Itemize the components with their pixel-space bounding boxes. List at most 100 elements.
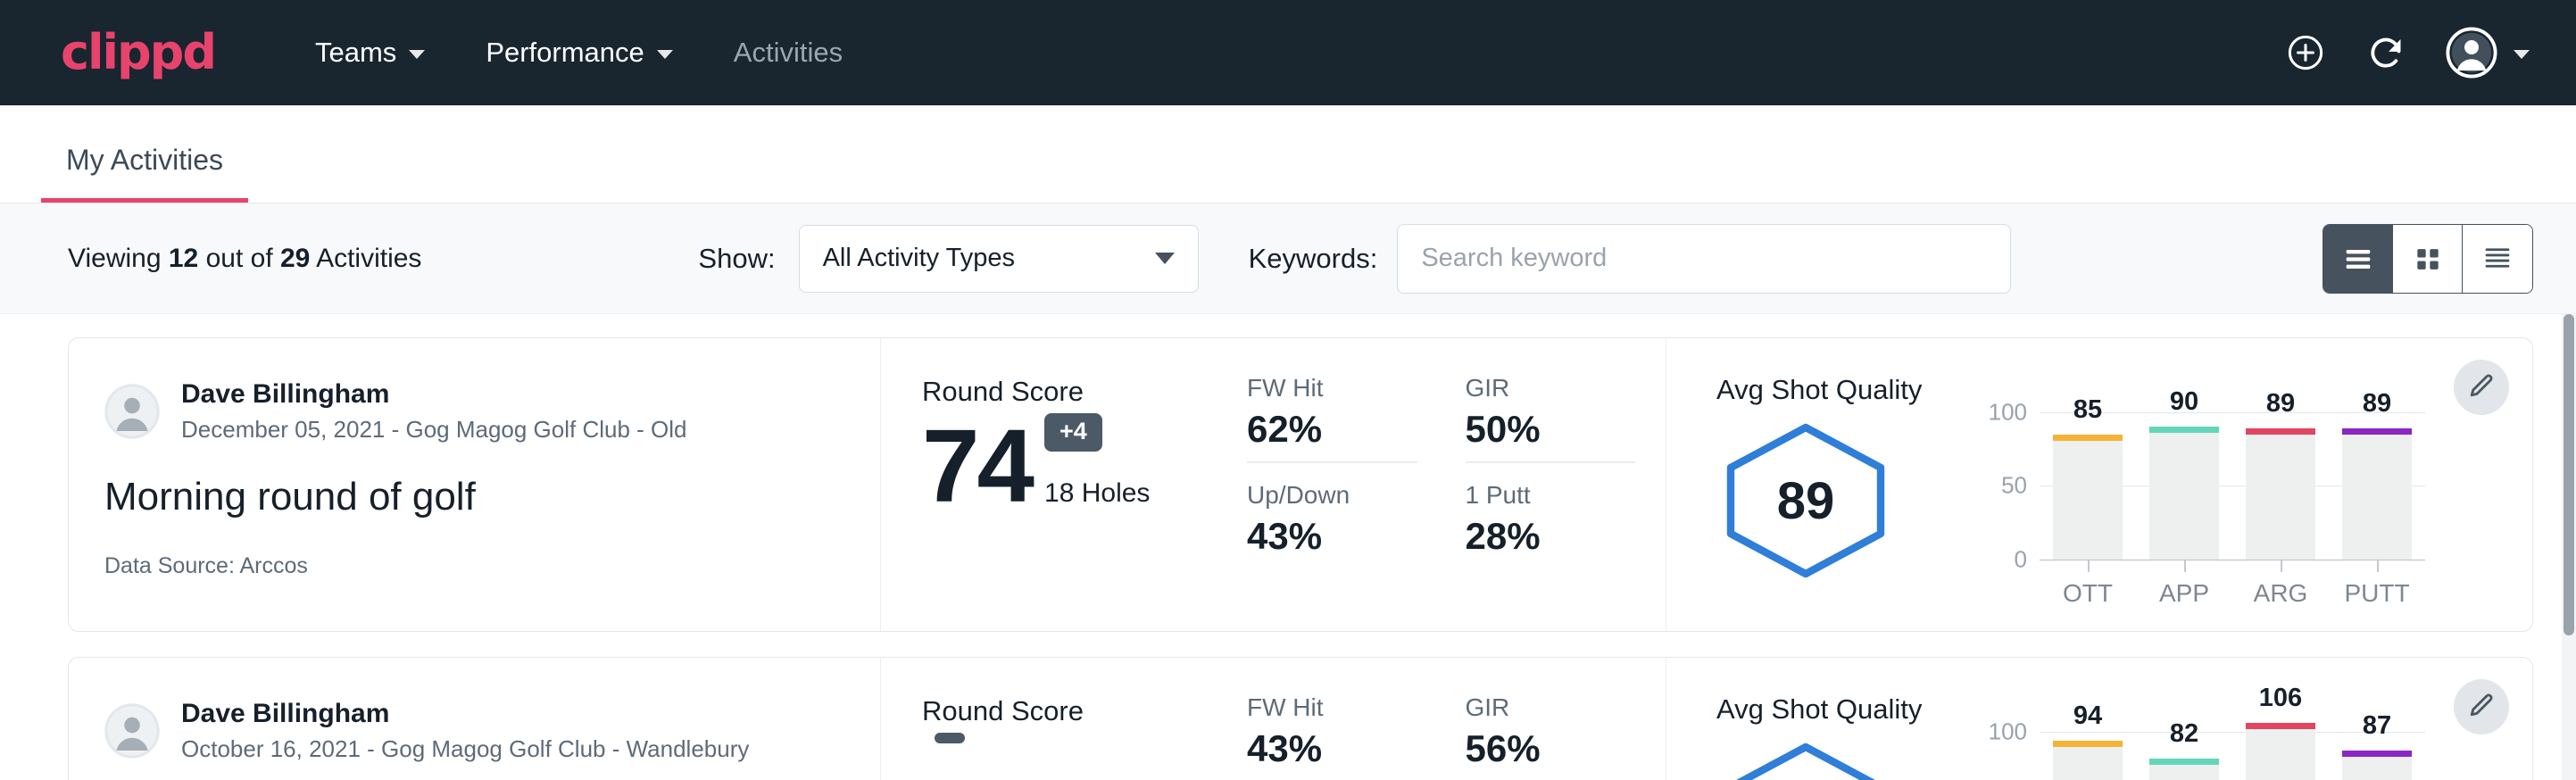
nav-item-label: Performance — [486, 37, 644, 69]
avg-shot-quality-section: Avg Shot Quality 05010094OTT82APP106ARG8… — [1666, 658, 2532, 780]
keywords-label: Keywords: — [1249, 243, 1378, 275]
app-header: clippd Teams Performance Activities — [0, 0, 2576, 105]
nav-item-label: Activities — [734, 37, 843, 69]
search-input[interactable] — [1397, 224, 2011, 294]
activity-card[interactable]: Dave Billingham December 05, 2021 - Gog … — [68, 337, 2533, 632]
score-to-par-badge — [935, 733, 965, 743]
stat-fw-hit: FW Hit 62% — [1247, 374, 1448, 481]
viewing-count: 12 — [169, 244, 198, 273]
stat-value: 43% — [1247, 515, 1417, 558]
pencil-icon — [2466, 372, 2497, 402]
nav-item-performance[interactable]: Performance — [455, 37, 702, 69]
stat-label: GIR — [1466, 374, 1636, 402]
activity-user: Dave Billingham December 05, 2021 - Gog … — [104, 378, 844, 444]
edit-activity-button[interactable] — [2454, 679, 2509, 734]
account-menu[interactable] — [2446, 27, 2530, 79]
activity-data-source: Data Source: Arccos — [104, 553, 844, 579]
stat-value: 43% — [1247, 727, 1417, 770]
activity-meta: October 16, 2021 - Gog Magog Golf Club -… — [181, 734, 749, 765]
activity-type-select[interactable]: All Activity Types — [799, 225, 1199, 293]
chart-bar-cap — [2342, 428, 2412, 435]
main-nav: Teams Performance Activities — [285, 37, 873, 69]
viewing-prefix: Viewing — [68, 244, 162, 273]
chart-bar-group: 89PUTT — [2329, 390, 2425, 560]
tab-my-activities[interactable]: My Activities — [41, 144, 248, 203]
activity-list: Dave Billingham December 05, 2021 - Gog … — [0, 314, 2576, 780]
activity-title: Morning round of golf — [104, 475, 844, 519]
viewing-count-text: Viewing 12 out of 29 Activities — [68, 244, 421, 274]
chart-bar-value-label: 87 — [2306, 711, 2448, 741]
chart-bar — [2342, 428, 2412, 560]
shot-quality-chart: 05010094OTT82APP106ARG87PUTT — [1984, 693, 2497, 780]
page-tabs: My Activities — [0, 105, 2576, 203]
activity-type-value: All Activity Types — [823, 244, 1155, 273]
stat-label: Up/Down — [1247, 481, 1417, 510]
chart-y-tick-label: 0 — [2015, 546, 2027, 574]
chart-bars: 85OTT90APP89ARG89PUTT — [2040, 390, 2425, 560]
page-scrollbar[interactable] — [2562, 314, 2576, 780]
header-actions — [2285, 27, 2530, 79]
pencil-icon — [2466, 692, 2497, 722]
shot-quality-hexagon — [1716, 742, 1895, 780]
holes-played: 18 Holes — [1044, 478, 1150, 509]
avg-shot-quality-label: Avg Shot Quality — [1716, 374, 1984, 406]
edit-activity-button[interactable] — [2454, 360, 2509, 415]
round-score-label: Round Score — [922, 376, 1247, 408]
shot-quality-chart: 05010085OTT90APP89ARG89PUTT — [1984, 374, 2497, 631]
chevron-down-icon — [657, 50, 673, 59]
stat-gir: GIR 50% — [1466, 374, 1666, 481]
tab-label: My Activities — [66, 144, 223, 176]
chevron-down-icon — [1155, 253, 1175, 264]
chart-bar-group: 82APP — [2136, 709, 2232, 780]
show-label: Show: — [698, 243, 775, 275]
chart-x-tick — [2184, 560, 2186, 572]
round-score-value: 74 — [922, 419, 1032, 514]
avatar — [104, 703, 160, 759]
chart-bar-cap — [2246, 428, 2315, 435]
keywords-group: Keywords: — [1249, 224, 2012, 294]
avg-shot-quality-value: 89 — [1716, 422, 1895, 579]
round-score-label: Round Score — [922, 695, 1247, 727]
refresh-icon[interactable] — [2365, 32, 2406, 73]
stat-label: 1 Putt — [1466, 481, 1636, 510]
compact-view-icon — [2480, 241, 2515, 277]
activity-info: Dave Billingham December 05, 2021 - Gog … — [69, 338, 881, 631]
view-mode-toggle — [2323, 224, 2533, 294]
grid-view-icon — [2410, 241, 2446, 277]
chart-bar-cap — [2149, 759, 2219, 765]
chart-bar — [2149, 427, 2219, 560]
viewing-middle: out of — [206, 244, 273, 273]
activity-meta: December 05, 2021 - Gog Magog Golf Club … — [181, 415, 687, 445]
nav-item-label: Teams — [315, 37, 396, 69]
scrollbar-thumb[interactable] — [2564, 314, 2574, 635]
nav-item-activities[interactable]: Activities — [703, 37, 873, 69]
view-mode-grid-button[interactable] — [2393, 225, 2463, 293]
view-mode-compact-button[interactable] — [2463, 225, 2532, 293]
stat-value: 50% — [1466, 408, 1636, 451]
stat-label: FW Hit — [1247, 693, 1417, 722]
stat-gir: GIR 56% — [1466, 693, 1666, 780]
chart-bars: 94OTT82APP106ARG87PUTT — [2040, 709, 2425, 780]
chart-bar — [2342, 751, 2412, 780]
divider — [1247, 461, 1417, 463]
round-score-section: Round Score 74 +4 18 Holes — [881, 338, 1247, 631]
round-score-value-row: 74 +4 18 Holes — [922, 413, 1247, 514]
shot-quality-hexagon: 89 — [1716, 422, 1895, 579]
stat-value: 28% — [1466, 515, 1636, 558]
round-score-value-row — [922, 733, 1247, 776]
stat-up-down: Up/Down 43% — [1247, 481, 1448, 558]
avatar — [104, 384, 160, 439]
chart-y-tick-label: 50 — [2001, 472, 2027, 500]
divider — [1466, 461, 1636, 463]
nav-item-teams[interactable]: Teams — [285, 37, 455, 69]
round-stats-grid: FW Hit 62% GIR 50% Up/Down 43% 1 Putt 28… — [1247, 338, 1666, 631]
chart-bar-cap — [2053, 435, 2123, 441]
account-avatar-icon — [2446, 27, 2497, 79]
round-score-section: Round Score — [881, 658, 1247, 780]
chart-x-tick — [2377, 560, 2379, 572]
stat-value: 56% — [1466, 727, 1636, 770]
activity-card[interactable]: Dave Billingham October 16, 2021 - Gog M… — [68, 657, 2533, 780]
view-mode-list-button[interactable] — [2323, 225, 2393, 293]
brand-logo[interactable]: clippd — [61, 29, 215, 77]
add-circle-icon[interactable] — [2285, 32, 2326, 73]
